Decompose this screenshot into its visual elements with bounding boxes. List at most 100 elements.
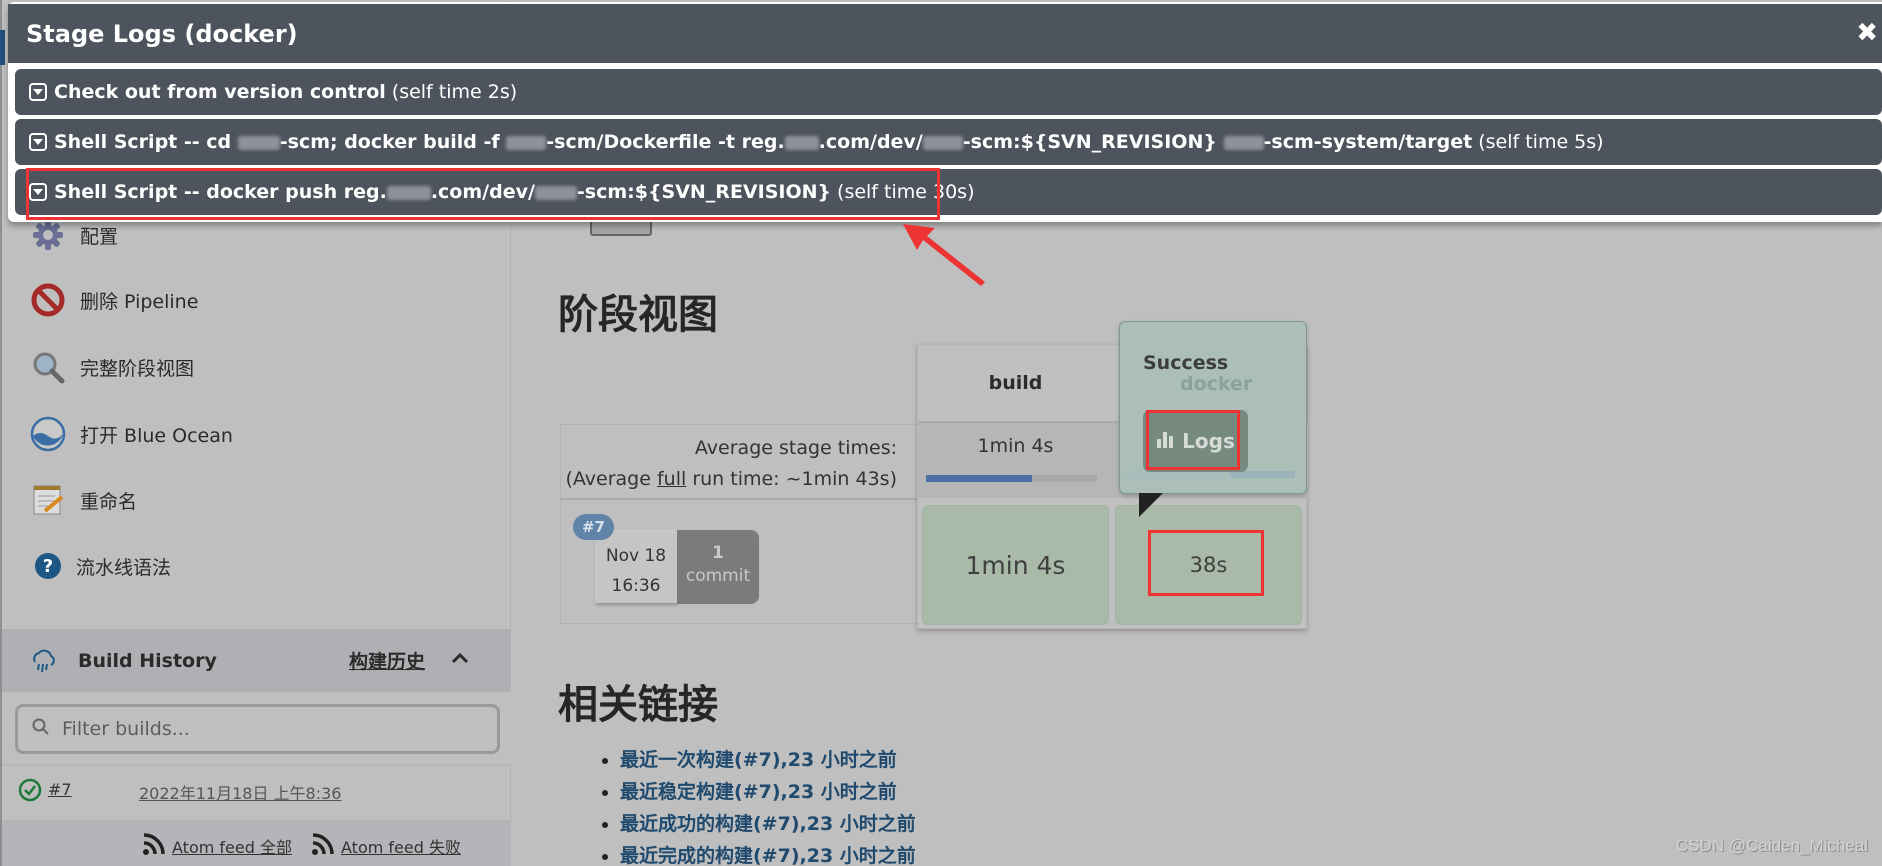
filter-builds-box[interactable] (15, 704, 500, 754)
related-links-title: 相关链接 (558, 682, 718, 728)
sidebar-item-label: 配置 (80, 225, 119, 248)
popover-stage-name: docker (1180, 373, 1253, 395)
run-changes-button[interactable]: 1 commit (677, 530, 759, 604)
related-links-list: 最近一次构建(#7),23 小时之前 最近稳定构建(#7),23 小时之前 最近… (620, 744, 916, 866)
build-list-item: #7 2022年11月18日 上午8:36 (2, 766, 511, 820)
sidebar-item-delete-pipeline[interactable]: 删除 Pipeline (30, 282, 198, 318)
atom-feeds: Atom feed 全部 Atom feed 失败 (2, 820, 511, 866)
expand-toggle-icon[interactable] (29, 83, 47, 101)
commit-label: commit (685, 566, 751, 586)
step-name-part: -scm; docker build -f (279, 131, 507, 153)
step-name-part: -scm/Dockerfile -t reg. (546, 131, 785, 153)
step-self-time: (self time 5s) (1478, 131, 1604, 153)
avg-full-prefix: (Average (565, 468, 657, 490)
stage-view-title: 阶段视图 (558, 292, 718, 338)
sidebar-item-pipeline-syntax[interactable]: ? 流水线语法 (30, 548, 171, 584)
related-link-item: 最近稳定构建(#7),23 小时之前 (620, 776, 916, 808)
annotation-box-docker-push (26, 168, 940, 220)
filter-builds-input[interactable] (62, 718, 482, 740)
filter-builds-wrap (2, 692, 511, 766)
build-trend-link[interactable]: 构建历史 (349, 647, 425, 674)
sidebar-item-configure[interactable]: 配置 (30, 217, 118, 253)
step-name-part: Shell Script -- cd (54, 131, 238, 153)
popover-progress-fill (1230, 471, 1295, 478)
run-date: Nov 18 16:36 (595, 529, 677, 603)
run-date-time: 16:36 (611, 576, 661, 596)
notepad-pencil-icon (30, 482, 66, 518)
step-self-time: (self time 2s) (391, 81, 518, 103)
modal-header: Stage Logs (docker) ✖ (8, 4, 1882, 63)
weather-rain-icon (30, 648, 56, 678)
step-name: Check out from version control (54, 81, 386, 103)
build-history-title: Build History (78, 649, 217, 672)
no-entry-icon (30, 282, 66, 318)
full-run-link[interactable]: full (657, 468, 686, 490)
atom-feed-all-link[interactable]: Atom feed 全部 (142, 832, 292, 860)
help-icon: ? (30, 548, 66, 584)
sidebar-accent (0, 30, 5, 65)
step-name: Shell Script -- cd -scm; docker build -f… (54, 131, 1472, 153)
related-link-item: 最近完成的构建(#7),23 小时之前 (620, 840, 916, 866)
blue-ocean-icon (30, 416, 66, 452)
last-build-link[interactable]: 最近一次构建(#7),23 小时之前 (620, 749, 897, 771)
popover-progress (1124, 471, 1295, 478)
stage-header-build: build (988, 372, 1043, 394)
watermark: CSDN @Caiden_Micheal (1675, 836, 1868, 855)
last-completed-build-link[interactable]: 最近完成的构建(#7),23 小时之前 (620, 845, 916, 866)
popover-status: Success (1143, 352, 1229, 374)
sidebar-item-label: 重命名 (80, 490, 138, 513)
popover-tail (1139, 493, 1163, 517)
rss-icon (142, 832, 166, 860)
stage-cell-build[interactable]: 1min 4s (922, 505, 1109, 625)
stage-avg-build: 1min 4s (918, 421, 1113, 498)
search-icon (32, 718, 50, 740)
stage-view-summary: Average stage times: (Average full run t… (560, 424, 918, 624)
related-link-item: 最近一次构建(#7),23 小时之前 (620, 744, 916, 776)
expand-toggle-icon[interactable] (29, 133, 47, 151)
gear-icon (30, 217, 66, 253)
run-number-badge[interactable]: #7 (573, 514, 614, 540)
build-history-header: Build History 构建历史 (2, 629, 511, 692)
sidebar-item-label: 流水线语法 (76, 556, 172, 579)
modal-title: Stage Logs (docker) (26, 19, 298, 48)
sidebar-item-label: 删除 Pipeline (80, 290, 199, 313)
sidebar-item-full-stage-view[interactable]: 完整阶段视图 (30, 349, 194, 385)
run-date-day: Nov 18 (605, 546, 667, 566)
last-successful-build-link[interactable]: 最近成功的构建(#7),23 小时之前 (620, 813, 916, 835)
last-stable-build-link[interactable]: 最近稳定构建(#7),23 小时之前 (620, 781, 897, 803)
magnifier-icon (30, 349, 66, 385)
divider (561, 498, 917, 500)
stage-avg-progress (926, 475, 1097, 482)
close-icon[interactable]: ✖ (1856, 18, 1878, 48)
redacted-text (506, 135, 547, 150)
redacted-text (1223, 135, 1264, 150)
rss-icon (311, 832, 335, 860)
stage-avg-time: 1min 4s (977, 435, 1054, 457)
avg-stage-times-label: Average stage times: (694, 437, 897, 459)
log-step[interactable]: Check out from version control (self tim… (15, 69, 1882, 115)
avg-full-run-time: (Average full run time: ~1min 43s) (566, 468, 898, 490)
annotation-arrow-icon (903, 224, 985, 286)
chevron-up-icon[interactable] (450, 648, 470, 672)
redacted-text (784, 135, 819, 150)
sidebar-item-label: 完整阶段视图 (80, 357, 195, 380)
atom-feed-failed-link[interactable]: Atom feed 失败 (311, 832, 461, 860)
sidebar-item-rename[interactable]: 重命名 (30, 482, 137, 518)
annotation-box-logs (1146, 410, 1240, 470)
commit-count: 1 (712, 543, 724, 563)
sidebar-item-label: 打开 Blue Ocean (80, 424, 233, 447)
atom-feed-failed-label: Atom feed 失败 (341, 838, 461, 857)
success-check-icon (18, 778, 42, 806)
log-step[interactable]: Shell Script -- cd -scm; docker build -f… (15, 119, 1882, 165)
svg-text:?: ? (43, 556, 53, 577)
avg-full-suffix: run time: ~1min 43s) (686, 468, 897, 490)
build-number-link[interactable]: #7 (48, 780, 72, 799)
build-date-link[interactable]: 2022年11月18日 上午8:36 (139, 780, 341, 804)
stage-avg-progress-fill (926, 475, 1033, 482)
step-name-part: -scm:${SVN_REVISION} (962, 131, 1224, 153)
annotation-box-stage-time (1148, 530, 1264, 596)
sidebar-item-blue-ocean[interactable]: 打开 Blue Ocean (30, 416, 233, 452)
step-name-part: .com/dev/ (818, 131, 923, 153)
redacted-text (922, 135, 963, 150)
redacted-text (237, 135, 280, 150)
